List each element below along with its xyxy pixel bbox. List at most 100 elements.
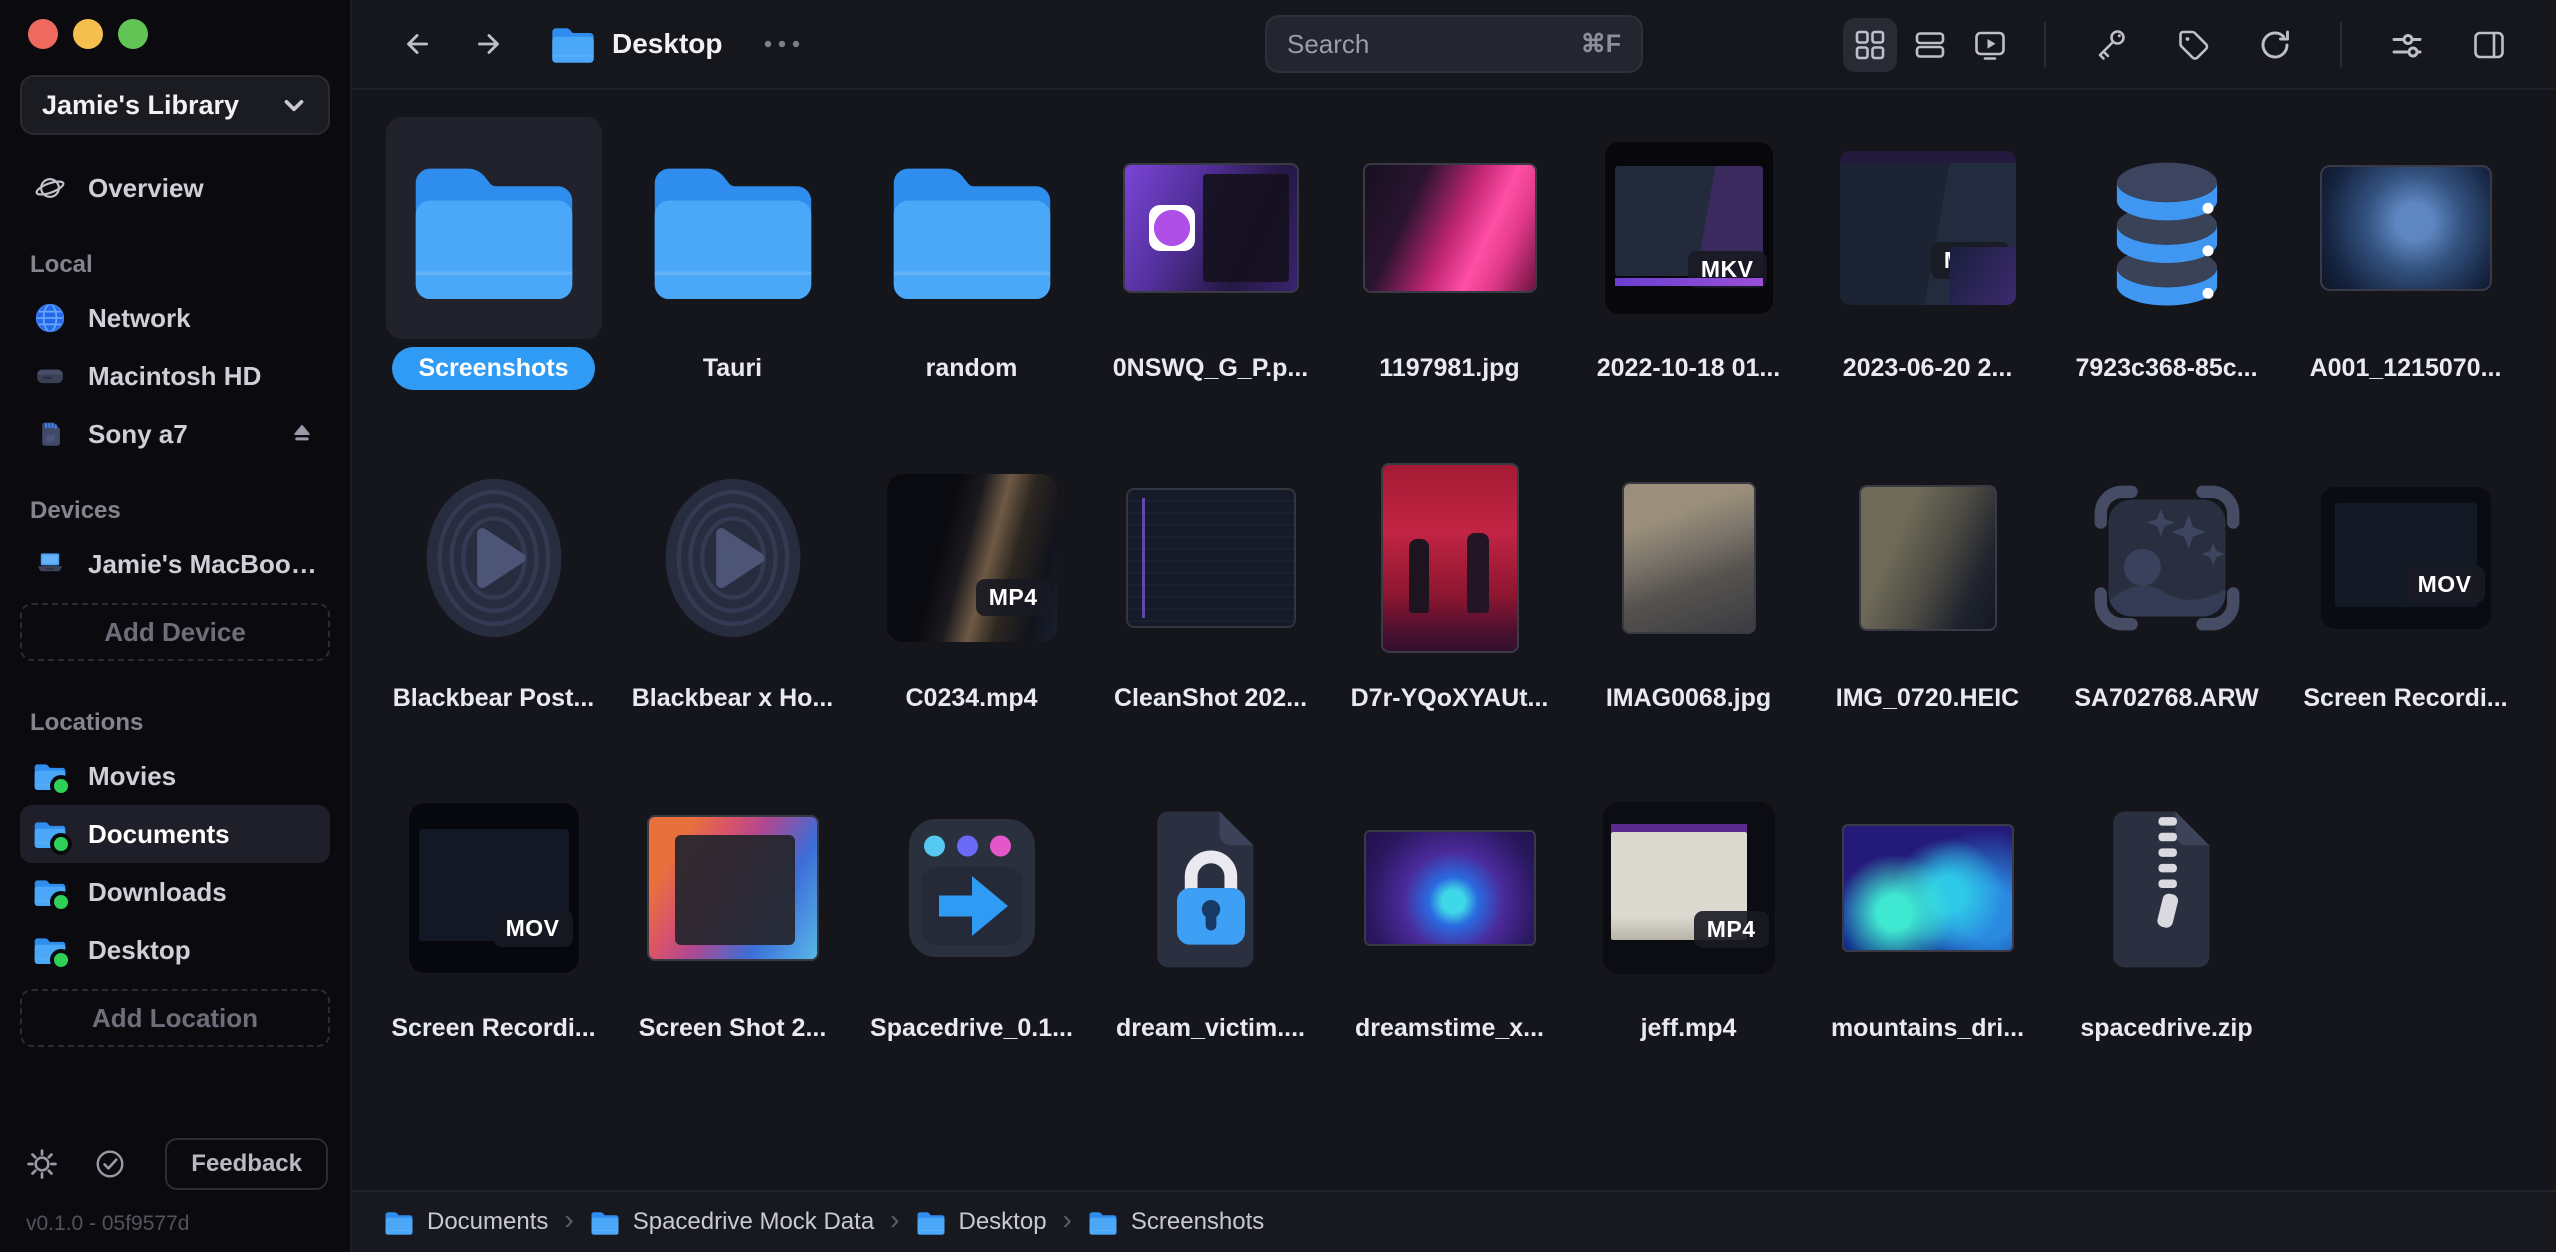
file-type-icon xyxy=(659,473,807,643)
file-name: Tauri xyxy=(687,347,778,390)
grid-item[interactable]: 7923c368-85c... xyxy=(2047,117,2286,447)
file-name: Spacedrive_0.1... xyxy=(854,1007,1089,1050)
file-thumbnail xyxy=(2059,117,2275,339)
file-thumbnail xyxy=(386,447,602,669)
sidebar-item[interactable]: Documents xyxy=(20,805,330,863)
section-title-locations: Locations xyxy=(30,709,330,737)
grid-item[interactable]: MP4 jeff.mp4 xyxy=(1569,777,1808,1107)
grid-item[interactable]: spacedrive.zip xyxy=(2047,777,2286,1107)
grid-item[interactable]: Screen Shot 2... xyxy=(613,777,852,1107)
jobs-check-icon[interactable] xyxy=(90,1144,130,1184)
file-thumbnail xyxy=(2298,117,2514,339)
thumbnail-art xyxy=(1126,488,1296,628)
library-switcher[interactable]: Jamie's Library xyxy=(20,75,330,135)
breadcrumb-segment: Documents › xyxy=(384,1204,590,1240)
eject-icon[interactable] xyxy=(286,418,318,450)
grid-item[interactable]: CleanShot 202... xyxy=(1091,447,1330,777)
grid-item[interactable]: Spacedrive_0.1... xyxy=(852,777,1091,1107)
grid-item[interactable]: Blackbear x Ho... xyxy=(613,447,852,777)
sidebar-item[interactable]: Downloads xyxy=(20,863,330,921)
file-type-icon xyxy=(2090,481,2244,635)
grid-item[interactable]: Tauri xyxy=(613,117,852,447)
arrow-left-icon xyxy=(399,25,437,63)
grid-item[interactable]: random xyxy=(852,117,1091,447)
sidebar-item[interactable]: Movies xyxy=(20,747,330,805)
grid-view-button[interactable] xyxy=(1843,18,1897,72)
grid-item[interactable]: MKV 2022-10-18 01... xyxy=(1569,117,1808,447)
maximize-window-button[interactable] xyxy=(118,19,148,49)
grid-item[interactable]: mountains_dri... xyxy=(1808,777,2047,1107)
thumbnail-art xyxy=(2096,803,2238,973)
close-window-button[interactable] xyxy=(28,19,58,49)
grid-item[interactable]: IMAG0068.jpg xyxy=(1569,447,1808,777)
forward-button[interactable] xyxy=(466,22,510,66)
file-name: spacedrive.zip xyxy=(2064,1007,2268,1050)
grid-item[interactable]: dreamstime_x... xyxy=(1330,777,1569,1107)
add-device-button[interactable]: Add Device xyxy=(20,603,330,661)
toolbar-divider xyxy=(2044,22,2046,68)
file-thumbnail: MKV xyxy=(1581,117,1797,339)
inspector-toggle-button[interactable] xyxy=(2462,18,2516,72)
grid-item[interactable]: D7r-YQoXYAUt... xyxy=(1330,447,1569,777)
file-thumbnail xyxy=(1342,777,1558,999)
list-view-button[interactable] xyxy=(1903,18,1957,72)
file-name: Blackbear x Ho... xyxy=(616,677,849,720)
file-thumbnail: MKV xyxy=(1820,117,2036,339)
sidebar-item[interactable]: Sony a7 xyxy=(20,405,330,463)
feedback-button[interactable]: Feedback xyxy=(165,1138,328,1190)
list-view-icon xyxy=(1910,25,1950,65)
search-placeholder: Search xyxy=(1287,29,1369,60)
search-input[interactable]: Search ⌘F xyxy=(1265,15,1643,73)
sidebar-item[interactable]: Jamie's MacBook... xyxy=(20,535,330,593)
back-button[interactable] xyxy=(396,22,440,66)
breadcrumb-segment: Spacedrive Mock Data › xyxy=(590,1204,916,1240)
file-type-icon xyxy=(897,810,1047,966)
file-type-badge: MKV xyxy=(1688,251,1767,288)
grid-item[interactable]: 0NSWQ_G_P.p... xyxy=(1091,117,1330,447)
grid-item[interactable]: SA702768.ARW xyxy=(2047,447,2286,777)
locations-list: Movies Documents xyxy=(20,747,330,979)
window-controls xyxy=(20,0,330,49)
grid-item[interactable]: 1197981.jpg xyxy=(1330,117,1569,447)
spacedrive-window: Jamie's Library Overview Local Network xyxy=(0,0,2556,1252)
online-dot xyxy=(50,775,72,797)
sidebar-item[interactable]: Desktop xyxy=(20,921,330,979)
tag-button[interactable] xyxy=(2166,18,2220,72)
thumbnail-art xyxy=(647,815,819,961)
add-location-button[interactable]: Add Location xyxy=(20,989,330,1047)
grid-item[interactable]: dream_victim.... xyxy=(1091,777,1330,1107)
file-name: D7r-YQoXYAUt... xyxy=(1335,677,1565,720)
grid-item[interactable]: IMG_0720.HEIC xyxy=(1808,447,2047,777)
grid-item[interactable]: MKV 2023-06-20 2... xyxy=(1808,117,2047,447)
grid-item[interactable]: Screenshots xyxy=(374,117,613,447)
breadcrumb[interactable]: Documents xyxy=(384,1208,548,1236)
grid-item[interactable]: A001_1215070... xyxy=(2286,117,2525,447)
sidebar-item[interactable]: Macintosh HD xyxy=(20,347,330,405)
breadcrumb[interactable]: Desktop xyxy=(916,1208,1047,1236)
more-options-button[interactable] xyxy=(760,37,804,51)
thumbnail-art xyxy=(1842,824,2014,952)
settings-gear-icon[interactable] xyxy=(22,1144,62,1184)
grid-item[interactable]: MOV Screen Recordi... xyxy=(2286,447,2525,777)
planet-icon xyxy=(32,170,68,206)
grid-item[interactable]: MP4 C0234.mp4 xyxy=(852,447,1091,777)
breadcrumb[interactable]: Spacedrive Mock Data xyxy=(590,1208,874,1236)
media-view-button[interactable] xyxy=(1963,18,2017,72)
folder-icon xyxy=(32,816,68,852)
file-thumbnail: MP4 xyxy=(1581,777,1797,999)
section-title-local: Local xyxy=(30,251,330,279)
sidebar-item[interactable]: Network xyxy=(20,289,330,347)
minimize-window-button[interactable] xyxy=(73,19,103,49)
explorer-options-button[interactable] xyxy=(2380,18,2434,72)
sidebar-item-overview[interactable]: Overview xyxy=(20,159,330,217)
grid-item[interactable]: MOV Screen Recordi... xyxy=(374,777,613,1107)
file-type-icon xyxy=(420,473,568,643)
refresh-button[interactable] xyxy=(2248,18,2302,72)
device-icon xyxy=(32,416,68,452)
grid-item[interactable]: Blackbear Post... xyxy=(374,447,613,777)
file-name: dream_victim.... xyxy=(1100,1007,1321,1050)
file-name: 2022-10-18 01... xyxy=(1581,347,1796,390)
key-manager-button[interactable] xyxy=(2084,18,2138,72)
breadcrumb[interactable]: Screenshots xyxy=(1088,1208,1264,1236)
sidebar-item-label: Movies xyxy=(88,761,176,792)
